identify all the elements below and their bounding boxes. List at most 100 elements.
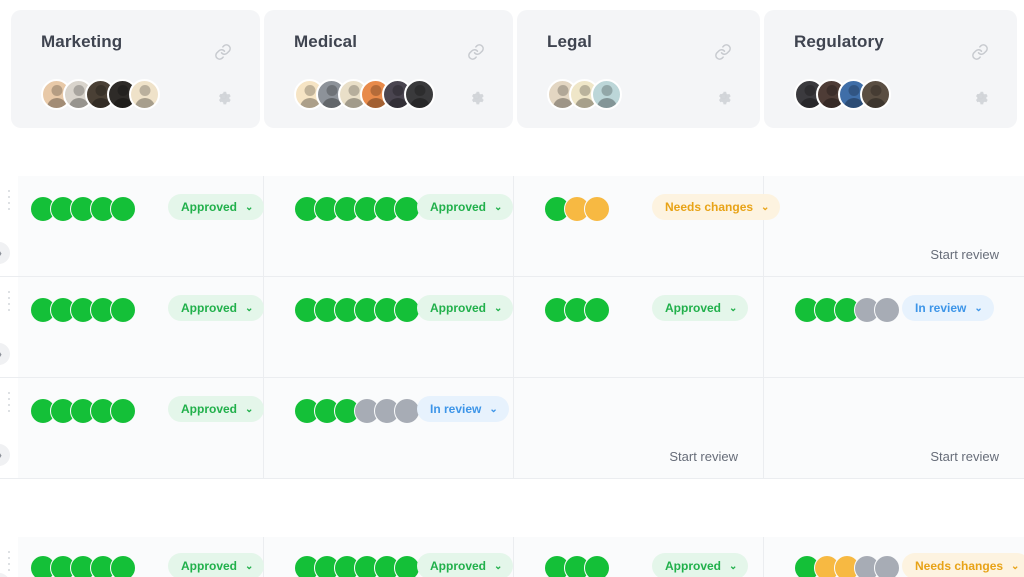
gear-icon[interactable] bbox=[467, 87, 486, 106]
chevron-down-icon[interactable]: ⌄ bbox=[489, 404, 497, 415]
grid-cell[interactable]: Approved ⌄ bbox=[0, 537, 265, 577]
approval-grid: Approved ⌄ Approved ⌄ Needs changes ⌄ Start re… bbox=[0, 176, 1024, 479]
column-header-regulatory[interactable]: Regulatory bbox=[764, 10, 1017, 128]
chevron-down-icon[interactable]: ⌄ bbox=[729, 561, 737, 572]
chevron-down-icon[interactable]: ⌄ bbox=[494, 561, 502, 572]
status-badge[interactable]: Approved ⌄ bbox=[417, 194, 514, 220]
approval-dot-green bbox=[584, 555, 610, 577]
status-badge[interactable]: Needs changes ⌄ bbox=[652, 194, 781, 220]
approval-dot-green bbox=[394, 297, 420, 323]
status-badge[interactable]: Approved ⌄ bbox=[417, 295, 514, 321]
status-badge-label: Approved bbox=[181, 301, 238, 315]
chevron-down-icon[interactable]: ⌄ bbox=[494, 202, 502, 213]
approval-dot-green bbox=[110, 196, 136, 222]
grid-cell[interactable]: Approved ⌄ bbox=[0, 176, 265, 276]
status-badge-label: Needs changes bbox=[915, 559, 1004, 573]
chevron-down-icon[interactable]: ⌄ bbox=[1011, 561, 1019, 572]
status-badge-label: Approved bbox=[430, 301, 487, 315]
status-badge-label: Approved bbox=[665, 301, 722, 315]
grid-cell[interactable]: Approved ⌄ bbox=[0, 378, 265, 478]
column-title: Regulatory bbox=[794, 32, 884, 51]
column-header-legal[interactable]: Legal bbox=[517, 10, 760, 128]
gear-icon[interactable] bbox=[714, 87, 733, 106]
avatar[interactable] bbox=[860, 79, 891, 110]
start-review-button[interactable]: Start review bbox=[930, 247, 999, 262]
chevron-down-icon[interactable]: ⌄ bbox=[245, 202, 253, 213]
link-icon[interactable] bbox=[214, 43, 232, 61]
approval-dot-green bbox=[110, 555, 136, 577]
grid-cell[interactable]: Approved ⌄ bbox=[0, 277, 265, 377]
column-header-marketing[interactable]: Marketing bbox=[11, 10, 260, 128]
status-badge[interactable]: Needs changes ⌄ bbox=[902, 553, 1024, 577]
grid-cell[interactable]: In review ⌄ bbox=[264, 378, 514, 478]
row-drag-handle[interactable] bbox=[8, 190, 12, 212]
chevron-down-icon[interactable]: ⌄ bbox=[245, 561, 253, 572]
status-badge-label: Approved bbox=[181, 559, 238, 573]
column-header-row: Marketing Medical Legal Regulatory bbox=[0, 10, 1024, 128]
approval-dots bbox=[544, 555, 610, 577]
approval-dots bbox=[30, 398, 136, 424]
row-drag-handle[interactable] bbox=[8, 551, 12, 573]
avatar-group[interactable] bbox=[547, 79, 622, 110]
status-badge-label: In review bbox=[915, 301, 967, 315]
approval-dots bbox=[294, 297, 420, 323]
grid-cell[interactable]: Start review bbox=[764, 378, 1024, 478]
status-badge[interactable]: In review ⌄ bbox=[417, 396, 509, 422]
approval-dot-grey bbox=[874, 555, 900, 577]
gear-icon[interactable] bbox=[214, 87, 233, 106]
chevron-down-icon[interactable]: ⌄ bbox=[974, 303, 982, 314]
link-icon[interactable] bbox=[467, 43, 485, 61]
status-badge[interactable]: Approved ⌄ bbox=[168, 295, 265, 321]
approval-dots bbox=[294, 398, 420, 424]
row-drag-handle[interactable] bbox=[8, 291, 12, 313]
start-review-button[interactable]: Start review bbox=[930, 449, 999, 464]
grid-cell[interactable]: Approved ⌄ bbox=[264, 537, 514, 577]
status-badge[interactable]: Approved ⌄ bbox=[652, 295, 749, 321]
grid-cell[interactable]: Start review bbox=[514, 378, 764, 478]
column-title: Marketing bbox=[41, 32, 123, 51]
status-badge[interactable]: Approved ⌄ bbox=[417, 553, 514, 577]
approval-dot-grey bbox=[874, 297, 900, 323]
avatar[interactable] bbox=[404, 79, 435, 110]
avatar-group[interactable] bbox=[794, 79, 891, 110]
chevron-down-icon[interactable]: ⌄ bbox=[729, 303, 737, 314]
chevron-down-icon[interactable]: ⌄ bbox=[245, 303, 253, 314]
grid-cell[interactable]: Approved ⌄ bbox=[514, 537, 764, 577]
avatar-group[interactable] bbox=[41, 79, 160, 110]
row-drag-handle[interactable] bbox=[8, 392, 12, 414]
grid-cell[interactable]: Approved ⌄ bbox=[264, 277, 514, 377]
status-badge[interactable]: In review ⌄ bbox=[902, 295, 994, 321]
approval-dot-grey bbox=[394, 398, 420, 424]
chevron-down-icon[interactable]: ⌄ bbox=[494, 303, 502, 314]
grid-cell[interactable]: Needs changes ⌄ bbox=[764, 537, 1024, 577]
status-badge-label: Approved bbox=[430, 559, 487, 573]
gear-icon[interactable] bbox=[971, 87, 990, 106]
approval-dots bbox=[544, 297, 610, 323]
chevron-down-icon[interactable]: ⌄ bbox=[245, 404, 253, 415]
link-icon[interactable] bbox=[714, 43, 732, 61]
avatar[interactable] bbox=[591, 79, 622, 110]
column-title: Legal bbox=[547, 32, 592, 51]
avatar[interactable] bbox=[129, 79, 160, 110]
status-badge-label: Approved bbox=[181, 200, 238, 214]
status-badge-label: Needs changes bbox=[665, 200, 754, 214]
status-badge[interactable]: Approved ⌄ bbox=[168, 553, 265, 577]
partial-bottom-row: Approved ⌄ Approved ⌄ Approved ⌄ Needs changes… bbox=[0, 537, 1024, 577]
start-review-button[interactable]: Start review bbox=[669, 449, 738, 464]
approval-dot-green bbox=[110, 398, 136, 424]
grid-cell[interactable]: Approved ⌄ bbox=[264, 176, 514, 276]
grid-cell[interactable]: Approved ⌄ bbox=[514, 277, 764, 377]
approval-dots bbox=[30, 297, 136, 323]
grid-cell[interactable]: Needs changes ⌄ bbox=[514, 176, 781, 276]
status-badge-label: Approved bbox=[430, 200, 487, 214]
status-badge[interactable]: Approved ⌄ bbox=[652, 553, 749, 577]
avatar-group[interactable] bbox=[294, 79, 435, 110]
status-badge[interactable]: Approved ⌄ bbox=[168, 194, 265, 220]
approval-dot-orange bbox=[584, 196, 610, 222]
grid-cell[interactable]: In review ⌄ bbox=[764, 277, 1024, 377]
grid-cell[interactable]: Start review bbox=[764, 176, 1024, 276]
status-badge[interactable]: Approved ⌄ bbox=[168, 396, 265, 422]
link-icon[interactable] bbox=[971, 43, 989, 61]
column-header-medical[interactable]: Medical bbox=[264, 10, 513, 128]
table-row: Approved ⌄ Approved ⌄ Needs changes ⌄ Start re… bbox=[0, 176, 1024, 277]
